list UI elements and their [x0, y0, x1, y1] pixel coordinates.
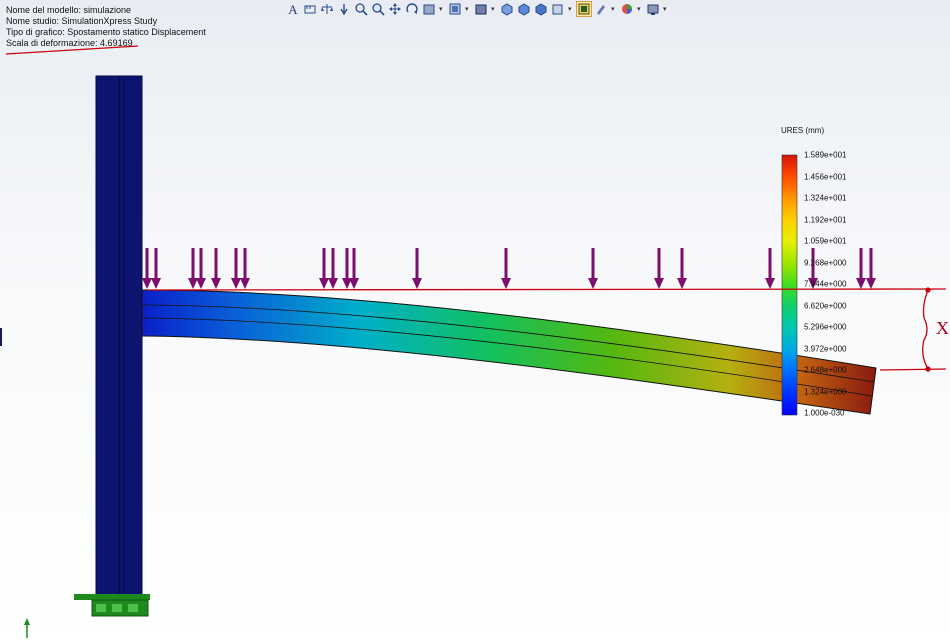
- load-arrow: [151, 248, 161, 289]
- load-arrow: [319, 248, 329, 289]
- legend-tick-label: 1.324e+000: [804, 387, 847, 396]
- load-arrow: [412, 248, 422, 289]
- load-arrow: [231, 248, 241, 289]
- plot-type-label: Tipo di grafico: Spostamento statico Dis…: [6, 27, 206, 37]
- measure-icon[interactable]: [303, 2, 317, 16]
- chevron-down-icon[interactable]: ▾: [568, 5, 574, 13]
- load-arrow: [342, 248, 352, 289]
- legend-tick-label: 3.972e+000: [804, 344, 847, 353]
- chevron-down-icon[interactable]: ▾: [637, 5, 643, 13]
- probe-icon[interactable]: [337, 2, 351, 16]
- edit-appearance-icon[interactable]: [594, 2, 608, 16]
- edge-marker: [0, 328, 2, 346]
- legend-tick-label: 5.296e+000: [804, 322, 847, 332]
- load-arrow: [501, 248, 511, 289]
- column-body[interactable]: [95, 75, 143, 597]
- right-view-icon[interactable]: [551, 2, 565, 16]
- load-arrow: [349, 248, 359, 289]
- legend-tick-label: 1.456e+001: [804, 172, 847, 181]
- plot-info-panel: Nome del modello: simulazione Nome studi…: [6, 5, 206, 49]
- chevron-down-icon[interactable]: ▾: [491, 5, 497, 13]
- deformation-scale-label: Scala di deformazione: 4.69169: [6, 38, 133, 48]
- chevron-down-icon[interactable]: ▾: [439, 5, 445, 13]
- results-plot-icon[interactable]: [576, 0, 592, 17]
- legend-tick-label: 7.944e+000: [804, 279, 847, 289]
- load-arrow: [866, 248, 876, 289]
- legend-tick-label: 2.648e+000: [804, 365, 847, 375]
- legend-title: URES (mm): [781, 126, 825, 135]
- zoom-area-icon[interactable]: [371, 2, 385, 16]
- fixture-symbol[interactable]: [74, 594, 150, 617]
- rotate-icon[interactable]: [405, 2, 419, 16]
- legend-tick-label: 1.589e+001: [804, 150, 847, 160]
- load-arrow: [142, 248, 152, 289]
- displacement-annotation-label: X: [936, 318, 949, 338]
- svg-text:A: A: [288, 2, 298, 16]
- front-view-icon[interactable]: [517, 2, 531, 16]
- iso-view-icon[interactable]: [500, 2, 514, 16]
- load-arrow: [765, 248, 775, 289]
- chevron-down-icon[interactable]: ▾: [663, 5, 669, 13]
- top-view-icon[interactable]: [534, 2, 548, 16]
- load-arrow: [588, 248, 598, 289]
- study-name-label: Nome studio: SimulationXpress Study: [6, 16, 158, 26]
- load-arrow: [211, 248, 221, 289]
- chevron-down-icon[interactable]: ▾: [465, 5, 471, 13]
- load-arrow: [654, 248, 664, 289]
- load-arrow: [188, 248, 198, 289]
- graphics-viewport[interactable]: Nome del modello: simulazione Nome studi…: [0, 0, 950, 640]
- legend-tick-label: 6.620e+000: [804, 301, 847, 310]
- display-style-icon[interactable]: [474, 2, 488, 16]
- load-arrow: [196, 248, 206, 289]
- model-name-label: Nome del modello: simulazione: [6, 5, 132, 15]
- text-icon[interactable]: A: [286, 2, 300, 16]
- load-arrow: [240, 248, 250, 289]
- legend-tick-label: 1.000e-030: [804, 408, 845, 418]
- load-arrow: [328, 248, 338, 289]
- deformed-beam[interactable]: [141, 289, 877, 415]
- render-settings-icon[interactable]: [646, 2, 660, 16]
- view-orientation-icon[interactable]: [448, 2, 462, 16]
- legend-tick-label: 1.059e+001: [804, 236, 847, 246]
- pan-icon[interactable]: [388, 2, 402, 16]
- chevron-down-icon[interactable]: ▾: [611, 5, 617, 13]
- load-arrows: [142, 248, 876, 289]
- legend-tick-label: 9.268e+000: [804, 258, 847, 267]
- load-arrow: [856, 248, 866, 289]
- legend-tick-label: 1.324e+001: [804, 193, 847, 203]
- legend-color-bar[interactable]: [781, 154, 798, 416]
- scale-icon[interactable]: [320, 2, 334, 16]
- load-arrow: [677, 248, 687, 289]
- legend-tick-label: 1.192e+001: [804, 215, 847, 224]
- zoom-fit-icon[interactable]: [354, 2, 368, 16]
- section-icon[interactable]: [422, 2, 436, 16]
- heads-up-view-toolbar: A ▾ ▾ ▾ ▾ ▾ ▾ ▾: [286, 0, 669, 17]
- model-scene: [0, 45, 947, 638]
- scene-icon[interactable]: [620, 2, 634, 16]
- axis-triad-icon: [24, 618, 30, 638]
